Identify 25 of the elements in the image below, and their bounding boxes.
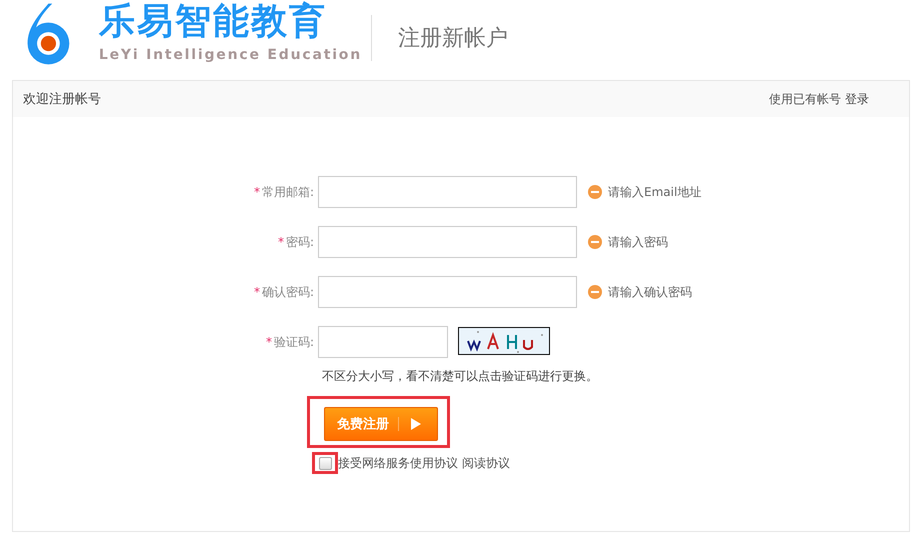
logo-title: 乐易智能教育 bbox=[98, 0, 328, 44]
input-field[interactable] bbox=[318, 226, 577, 258]
login-link[interactable]: 登录 bbox=[845, 90, 869, 108]
page-title: 注册新帐户 bbox=[398, 24, 508, 52]
field-label: * 验证码: bbox=[264, 334, 315, 350]
hint-text: 请输入确认密码 bbox=[608, 284, 692, 300]
login-prompt: 使用已有帐号 bbox=[769, 90, 841, 108]
minus-icon bbox=[588, 285, 602, 299]
minus-icon bbox=[588, 235, 602, 249]
logo-subtitle: LeYi Intelligence Education bbox=[98, 47, 362, 63]
captcha-field[interactable] bbox=[318, 326, 448, 358]
field-label: * 确认密码: bbox=[252, 284, 315, 300]
panel-title: 欢迎注册帐号 bbox=[23, 91, 101, 108]
field-label: * 密码: bbox=[276, 234, 315, 250]
play-icon bbox=[411, 418, 421, 430]
captcha-note: 不区分大小写，看不清楚可以点击验证码进行更换。 bbox=[322, 369, 598, 383]
input-field[interactable] bbox=[318, 176, 577, 208]
hint-text: 请输入Email地址 bbox=[608, 184, 702, 200]
minus-icon bbox=[588, 185, 602, 199]
checkbox[interactable] bbox=[318, 456, 332, 470]
hint-text: 请输入密码 bbox=[608, 234, 668, 250]
agreement-text: 接受网络服务使用协议 bbox=[338, 454, 458, 472]
read-agreement-link[interactable]: 阅读协议 bbox=[462, 454, 510, 472]
field-label: * 常用邮箱: bbox=[252, 184, 315, 200]
input-field[interactable] bbox=[318, 276, 577, 308]
